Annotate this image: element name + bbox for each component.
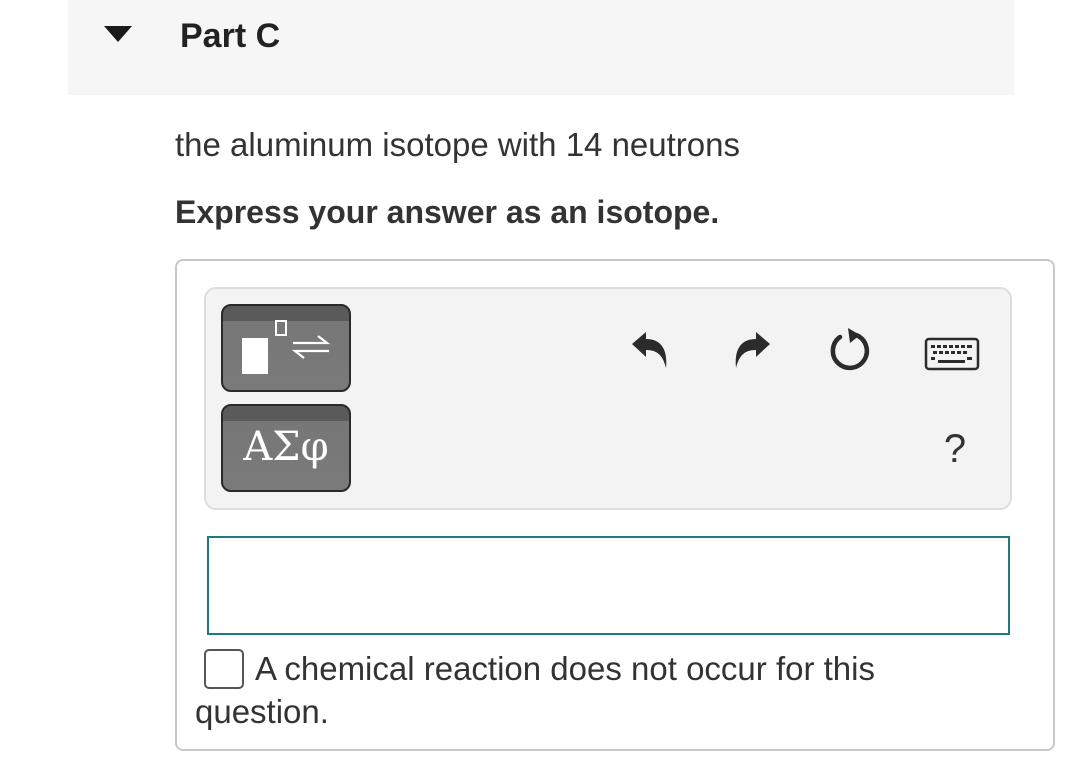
no-reaction-checkbox[interactable] — [204, 649, 244, 689]
answer-instruction: Express your answer as an isotope. — [175, 194, 720, 230]
redo-icon[interactable] — [730, 328, 774, 372]
reset-icon[interactable] — [826, 326, 874, 374]
question-text: the aluminum isotope with 14 neutrons — [175, 126, 740, 163]
templates-button[interactable] — [221, 304, 351, 392]
help-button[interactable]: ? — [938, 424, 972, 474]
undo-icon[interactable] — [628, 328, 672, 372]
template-box-icon — [242, 338, 268, 374]
caret-down-icon[interactable] — [104, 26, 132, 42]
part-title: Part C — [180, 17, 281, 55]
no-reaction-label: A chemical reaction does not occur for t… — [255, 650, 875, 687]
template-superscript-icon — [275, 320, 287, 336]
answer-input[interactable] — [207, 536, 1010, 635]
symbols-button[interactable]: ΑΣφ — [221, 404, 351, 492]
keyboard-icon[interactable] — [924, 336, 980, 372]
no-reaction-label-continued: question. — [195, 693, 329, 730]
reaction-arrows-icon — [291, 335, 331, 359]
symbols-label: ΑΣφ — [243, 424, 329, 470]
